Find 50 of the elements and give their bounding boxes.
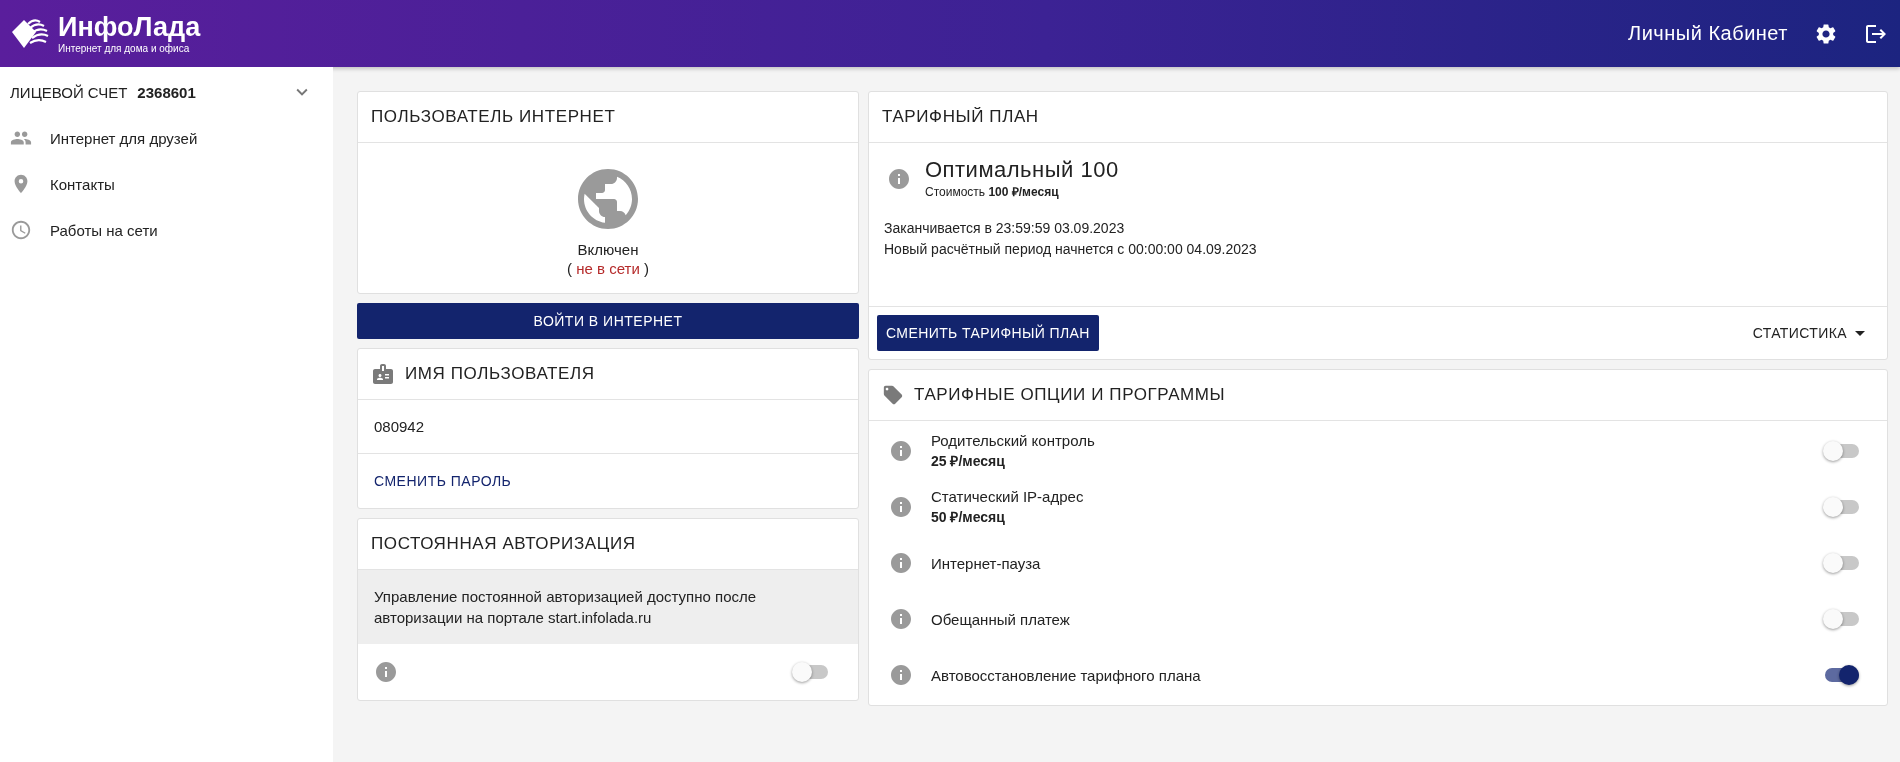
option-price: 50 ₽/месяц	[931, 508, 1006, 526]
option-name: Автовосстановление тарифного плана	[931, 666, 1201, 684]
toggle-switch[interactable]	[1825, 612, 1859, 626]
next-period-text: Новый расчётный период начнется с 00:00:00 04.09.2023	[884, 240, 1258, 259]
info-icon[interactable]	[374, 660, 398, 684]
option-name: Обещанный платеж	[931, 610, 1070, 628]
option-name: Статический IP-адрес	[931, 488, 1084, 505]
statistics-dropdown[interactable]: СТАТИСТИКА	[1746, 324, 1879, 342]
status-text: Включен	[577, 241, 639, 258]
username-value: 080942	[374, 418, 425, 435]
card-title: ТАРИФНЫЙ ПЛАН	[882, 107, 1039, 127]
card-title: ПОСТОЯННАЯ АВТОРИЗАЦИЯ	[371, 534, 636, 554]
caret-icon	[1855, 330, 1865, 336]
option-price: 25 ₽/месяц	[931, 452, 1006, 470]
sidebar-link[interactable]: Работы на сети	[50, 221, 158, 239]
toggle-switch[interactable]	[1825, 668, 1859, 682]
toggle-switch[interactable]	[794, 665, 828, 679]
clock-icon	[10, 219, 32, 241]
info-icon[interactable]	[887, 166, 911, 191]
notice-text: Управление постоянной авторизацией доступно после авторизации на портале start.infolada.ru	[358, 570, 858, 644]
plan-cost: Стоимость 100 ₽/месяц	[925, 184, 1060, 200]
toggle-switch[interactable]	[1825, 500, 1859, 514]
logo-tagline: Интернет для дома и офиса	[58, 42, 191, 54]
sidebar-link[interactable]: Интернет для друзей	[50, 129, 198, 147]
account-number: 2368601	[137, 83, 196, 101]
login-button[interactable]: ВОЙТИ В ИНТЕРНЕТ	[357, 303, 859, 339]
info-icon[interactable]	[889, 551, 913, 575]
info-icon[interactable]	[889, 607, 913, 631]
card-title: ТАРИФНЫЕ ОПЦИИ И ПРОГРАММЫ	[914, 385, 1226, 405]
option-name: Интернет-пауза	[931, 554, 1041, 572]
card-title: ПОЛЬЗОВАТЕЛЬ ИНТЕРНЕТ	[371, 107, 616, 127]
info-icon[interactable]	[889, 663, 913, 687]
info-icon[interactable]	[889, 495, 913, 519]
change-plan-button[interactable]: СМЕНИТЬ ТАРИФНЫЙ ПЛАН	[877, 315, 1099, 351]
page-title: Личный Кабинет	[1628, 22, 1788, 45]
plan-end-text: Заканчивается в 23:59:59 03.09.2023	[884, 219, 1126, 238]
info-icon[interactable]	[889, 439, 913, 463]
card-title: ИМЯ ПОЛЬЗОВАТЕЛЯ	[405, 364, 595, 384]
toggle-switch[interactable]	[1825, 444, 1859, 458]
option-name: Родительский контроль	[931, 432, 1095, 449]
sidebar-link[interactable]: Контакты	[50, 175, 115, 193]
toggle-switch[interactable]	[1825, 556, 1859, 570]
logo-name: ИнфоЛада	[58, 13, 201, 41]
settings-icon[interactable]	[1814, 21, 1838, 46]
account-label: ЛИЦЕВОЙ СЧЕТ	[10, 83, 128, 101]
change-password-link[interactable]: СМЕНИТЬ ПАРОЛЬ	[374, 473, 512, 489]
id-badge-icon	[371, 362, 395, 386]
plan-name: Оптимальный 100	[925, 157, 1119, 183]
connection-status: ( не в сети )	[567, 260, 649, 277]
tag-icon	[882, 384, 904, 406]
